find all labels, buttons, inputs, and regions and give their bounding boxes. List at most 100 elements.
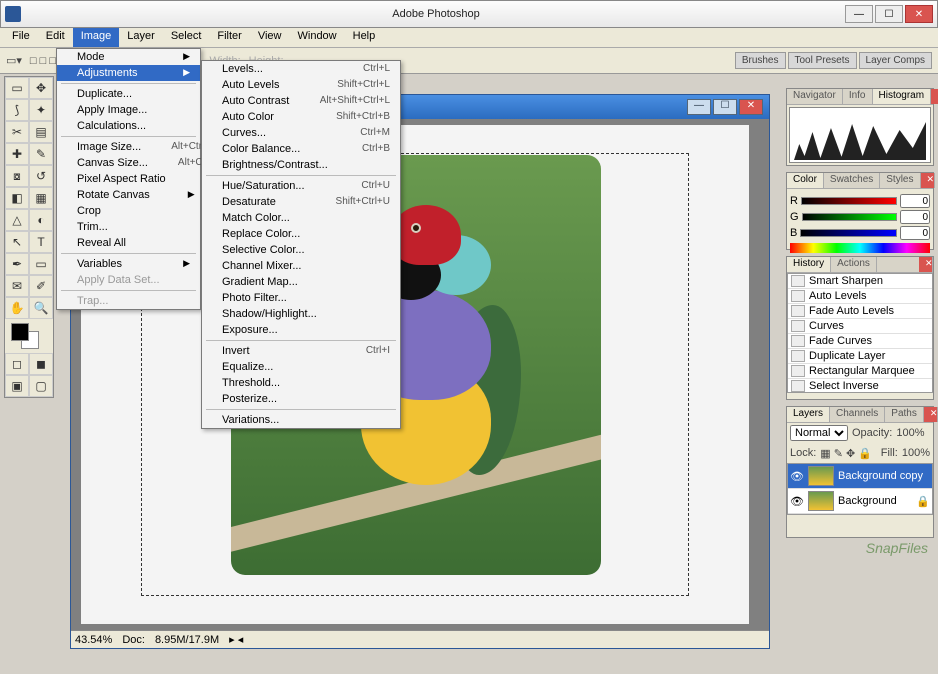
menuitem-variations-[interactable]: Variations... [202,412,400,428]
lasso-tool[interactable]: ⟆ [5,99,29,121]
move-tool[interactable]: ✥ [29,77,53,99]
tab-navigator[interactable]: Navigator [787,89,843,104]
menuitem-apply-image-[interactable]: Apply Image... [57,102,200,118]
menuitem-duplicate-[interactable]: Duplicate... [57,86,200,102]
eraser-tool[interactable]: ◧ [5,187,29,209]
spectrum-bar[interactable] [790,243,930,253]
visibility-icon[interactable]: 👁 [790,495,804,508]
menuitem-levels-[interactable]: Levels...Ctrl+L [202,61,400,77]
menuitem-variables[interactable]: Variables▶ [57,256,200,272]
type-tool[interactable]: T [29,231,53,253]
brush-tool[interactable]: ✎ [29,143,53,165]
pen-tool[interactable]: ✒ [5,253,29,275]
menuitem-replace-color-[interactable]: Replace Color... [202,226,400,242]
panel-close[interactable]: ✕ [921,173,935,188]
menuitem-adjustments[interactable]: Adjustments▶ [57,65,200,81]
history-item[interactable]: Auto Levels [788,289,932,304]
menu-window[interactable]: Window [290,28,345,47]
panel-close[interactable]: ✕ [931,89,938,104]
history-brush-tool[interactable]: ↺ [29,165,53,187]
blend-mode-select[interactable]: Normal [790,425,848,441]
menuitem-calculations-[interactable]: Calculations... [57,118,200,134]
menuitem-color-balance-[interactable]: Color Balance...Ctrl+B [202,141,400,157]
marquee-tool-icon[interactable]: ▭▾ [6,54,22,67]
menu-help[interactable]: Help [345,28,384,47]
menuitem-photo-filter-[interactable]: Photo Filter... [202,290,400,306]
zoom-tool[interactable]: 🔍 [29,297,53,319]
menu-image[interactable]: Image [73,28,120,47]
menuitem-selective-color-[interactable]: Selective Color... [202,242,400,258]
menuitem-desaturate[interactable]: DesaturateShift+Ctrl+U [202,194,400,210]
marquee-tool[interactable]: ▭ [5,77,29,99]
menuitem-hue-saturation-[interactable]: Hue/Saturation...Ctrl+U [202,178,400,194]
tab-histogram[interactable]: Histogram [873,89,932,104]
tab-history[interactable]: History [787,257,831,272]
menuitem-pixel-aspect-ratio[interactable]: Pixel Aspect Ratio▶ [57,171,200,187]
palette-tab-tool-presets[interactable]: Tool Presets [788,52,857,69]
g-slider[interactable] [802,213,897,221]
menu-file[interactable]: File [4,28,38,47]
lock-icons[interactable]: ▦ ✎ ✥ 🔒 [820,447,872,460]
stamp-tool[interactable]: ⧇ [5,165,29,187]
maximize-button[interactable]: ☐ [875,5,903,23]
crop-tool[interactable]: ✂ [5,121,29,143]
color-swatch[interactable] [5,319,53,353]
opacity-value[interactable]: 100% [896,427,924,439]
fill-value[interactable]: 100% [902,447,930,459]
menuitem-auto-color[interactable]: Auto ColorShift+Ctrl+B [202,109,400,125]
layer-row[interactable]: 👁Background 🔒 [788,489,932,514]
menuitem-invert[interactable]: InvertCtrl+I [202,343,400,359]
menuitem-reveal-all[interactable]: Reveal All [57,235,200,251]
menu-view[interactable]: View [250,28,290,47]
hand-tool[interactable]: ✋ [5,297,29,319]
tab-actions[interactable]: Actions [831,257,877,272]
menu-layer[interactable]: Layer [119,28,163,47]
tab-channels[interactable]: Channels [830,407,885,422]
menuitem-posterize-[interactable]: Posterize... [202,391,400,407]
notes-tool[interactable]: ✉ [5,275,29,297]
gradient-tool[interactable]: ▦ [29,187,53,209]
menuitem-image-size-[interactable]: Image Size...Alt+Ctrl+I [57,139,200,155]
r-input[interactable] [900,194,930,208]
panel-close[interactable]: ✕ [919,257,933,272]
history-item[interactable]: Duplicate Layer [788,349,932,364]
tab-layers[interactable]: Layers [787,407,830,422]
menuitem-shadow-highlight-[interactable]: Shadow/Highlight... [202,306,400,322]
slice-tool[interactable]: ▤ [29,121,53,143]
zoom-field[interactable]: 43.54% [75,634,112,646]
tab-paths[interactable]: Paths [885,407,924,422]
history-item[interactable]: Smart Sharpen [788,274,932,289]
menu-select[interactable]: Select [163,28,210,47]
history-item[interactable]: Curves [788,319,932,334]
g-input[interactable] [900,210,930,224]
menuitem-mode[interactable]: Mode▶ [57,49,200,65]
history-item[interactable]: Fade Auto Levels [788,304,932,319]
quickmask-icon[interactable]: ◻ [5,353,29,375]
menuitem-match-color-[interactable]: Match Color... [202,210,400,226]
tab-info[interactable]: Info [843,89,873,104]
menuitem-exposure-[interactable]: Exposure... [202,322,400,338]
b-slider[interactable] [800,229,897,237]
heal-tool[interactable]: ✚ [5,143,29,165]
menuitem-equalize-[interactable]: Equalize... [202,359,400,375]
close-button[interactable]: ✕ [905,5,933,23]
layer-row[interactable]: 👁Background copy [788,464,932,489]
menu-edit[interactable]: Edit [38,28,73,47]
b-input[interactable] [900,226,930,240]
wand-tool[interactable]: ✦ [29,99,53,121]
history-item[interactable]: Rectangular Marquee [788,364,932,379]
menuitem-auto-levels[interactable]: Auto LevelsShift+Ctrl+L [202,77,400,93]
menuitem-auto-contrast[interactable]: Auto ContrastAlt+Shift+Ctrl+L [202,93,400,109]
menuitem-brightness-contrast-[interactable]: Brightness/Contrast... [202,157,400,173]
tab-color[interactable]: Color [787,173,824,188]
screenmode-1[interactable]: ▣ [5,375,29,397]
menuitem-threshold-[interactable]: Threshold... [202,375,400,391]
eyedropper-tool[interactable]: ✐ [29,275,53,297]
palette-tab-layer-comps[interactable]: Layer Comps [859,52,932,69]
doc-maximize[interactable]: ☐ [713,99,737,115]
quickmask2-icon[interactable]: ◼ [29,353,53,375]
r-slider[interactable] [801,197,897,205]
menuitem-gradient-map-[interactable]: Gradient Map... [202,274,400,290]
screenmode-2[interactable]: ▢ [29,375,53,397]
menuitem-canvas-size-[interactable]: Canvas Size...Alt+Ctrl+C [57,155,200,171]
